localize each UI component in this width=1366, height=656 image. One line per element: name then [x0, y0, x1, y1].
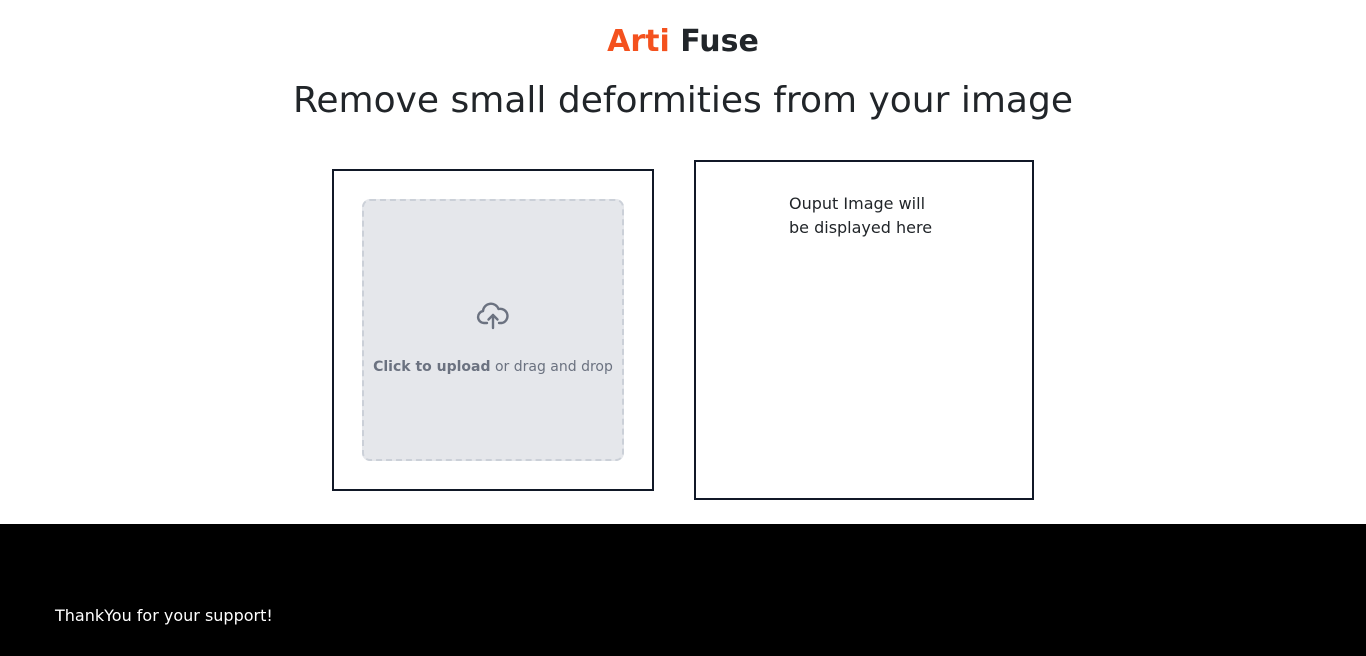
- upload-cta-bold: Click to upload: [373, 359, 491, 375]
- brand-logo[interactable]: Arti Fuse: [0, 24, 1366, 60]
- brand-rest-text: Fuse: [680, 24, 759, 59]
- upload-hint: Click to upload or drag and drop: [364, 357, 622, 377]
- output-panel: Ouput Image will be displayed here: [694, 160, 1034, 500]
- output-placeholder: Ouput Image will be displayed here: [789, 192, 949, 240]
- footer-thanks-text: ThankYou for your support!: [55, 606, 273, 625]
- upload-dropzone[interactable]: Click to upload or drag and drop: [362, 199, 624, 461]
- page: Arti Fuse Remove small deformities from …: [0, 0, 1366, 656]
- output-placeholder-line1: Ouput Image will: [789, 194, 926, 213]
- upload-panel: Click to upload or drag and drop: [332, 169, 654, 491]
- footer: ThankYou for your support!: [0, 524, 1366, 656]
- upload-cta-rest: or drag and drop: [490, 359, 613, 375]
- page-headline: Remove small deformities from your image: [292, 80, 1073, 121]
- output-placeholder-line2: be displayed here: [789, 218, 933, 237]
- cloud-upload-icon: [476, 301, 510, 331]
- brand-accent-text: Arti: [607, 24, 670, 59]
